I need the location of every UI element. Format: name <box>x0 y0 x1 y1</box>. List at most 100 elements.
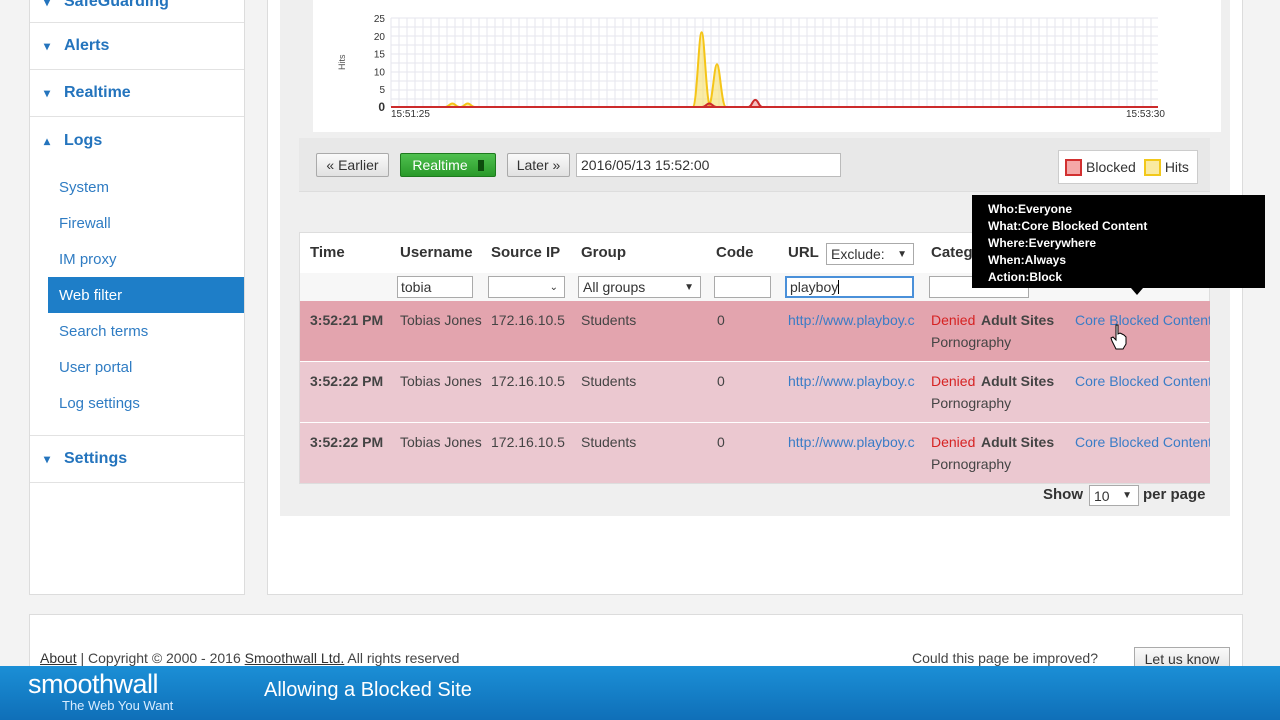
sidebar-item-label: Settings <box>64 450 128 467</box>
tooltip-arrow <box>1131 288 1143 295</box>
row-username: Tobias Jones <box>400 312 482 328</box>
sidebar-item-label: SafeGuarding <box>64 0 169 10</box>
row-policy-link[interactable]: Core Blocked Content <box>1075 312 1210 328</box>
sidebar-item-label: Alerts <box>64 37 110 54</box>
per-page-select[interactable]: 10 ▼ <box>1089 485 1139 506</box>
col-source-ip[interactable]: Source IP <box>491 244 560 261</box>
row-url[interactable]: http://www.playboy.c <box>788 312 922 328</box>
url-filter-value: playboy <box>790 279 839 295</box>
row-url[interactable]: http://www.playboy.c <box>788 434 922 450</box>
col-code[interactable]: Code <box>716 244 754 261</box>
chevron-down-icon: ▾ <box>44 452 51 466</box>
row-policy-link[interactable]: Core Blocked Content <box>1075 434 1210 450</box>
sidebar: ▾ SafeGuarding ▾ Alerts ▾ Realtime ▴ Log… <box>29 0 245 595</box>
table-row[interactable] <box>300 423 1210 483</box>
sidebar-item-label: Logs <box>64 131 103 149</box>
row-username: Tobias Jones <box>400 373 482 389</box>
sidebar-item-system[interactable]: System <box>30 169 244 205</box>
realtime-label: Realtime <box>412 157 468 173</box>
later-button[interactable]: Later » <box>507 153 570 177</box>
y-tick-label: 20 <box>374 32 386 43</box>
row-time: 3:52:21 PM <box>310 312 384 328</box>
sidebar-item-search-terms[interactable]: Search terms <box>30 313 244 349</box>
sidebar-item-firewall[interactable]: Firewall <box>30 205 244 241</box>
chart-legend: Blocked Hits <box>1058 150 1198 184</box>
row-username: Tobias Jones <box>400 434 482 450</box>
x-tick-start: 15:51:25 <box>391 109 430 120</box>
row-code: 0 <box>717 434 725 450</box>
code-filter-input[interactable] <box>714 276 771 298</box>
realtime-button[interactable]: Realtime <box>400 153 496 177</box>
hits-chart: Hits 25 20 15 10 5 0 15:51:25 15:53:30 <box>313 0 1221 132</box>
source-ip-filter-select[interactable]: ⌄ <box>488 276 565 298</box>
y-tick-label: 10 <box>374 67 386 78</box>
text-cursor <box>838 280 840 294</box>
y-tick-label: 15 <box>374 50 386 61</box>
col-time[interactable]: Time <box>310 244 345 261</box>
row-status: Denied <box>931 312 976 328</box>
rights-text: All rights reserved <box>344 650 460 666</box>
col-username[interactable]: Username <box>400 244 473 261</box>
row-group: Students <box>581 434 637 450</box>
row-category: Adult Sites <box>981 373 1055 389</box>
sidebar-item-user-portal[interactable]: User portal <box>30 349 244 385</box>
row-code: 0 <box>717 373 725 389</box>
sidebar-item-web-filter[interactable]: Web filter <box>48 277 244 313</box>
dropdown-arrow-icon: ▼ <box>1122 490 1132 501</box>
username-filter-input[interactable]: tobia <box>397 276 473 298</box>
row-url[interactable]: http://www.playboy.c <box>788 373 922 389</box>
group-filter-select[interactable]: All groups ▼ <box>578 276 701 298</box>
col-category[interactable]: Categ <box>931 244 973 261</box>
sidebar-item-im-proxy[interactable]: IM proxy <box>30 241 244 277</box>
video-banner <box>0 666 1280 720</box>
url-filter-input[interactable]: playboy <box>785 276 914 298</box>
row-source-ip: 172.16.10.5 <box>491 373 565 389</box>
sidebar-item-logs[interactable]: ▴ Logs <box>30 117 244 164</box>
chevron-down-icon: ▾ <box>44 0 51 9</box>
y-tick-label: 5 <box>379 85 385 96</box>
chevron-down-icon: ▾ <box>44 86 51 100</box>
tooltip-what: What:Core Blocked Content <box>988 219 1148 233</box>
brand-tagline: The Web You Want <box>62 698 174 713</box>
row-status: Denied <box>931 434 976 450</box>
tooltip-who: Who:Everyone <box>988 202 1073 216</box>
realtime-indicator-icon <box>477 159 484 171</box>
copyright-line: About | Copyright © 2000 - 2016 Smoothwa… <box>40 650 459 666</box>
row-subcategory: Pornography <box>931 395 1012 411</box>
sidebar-item-realtime[interactable]: ▾ Realtime <box>30 70 244 117</box>
row-group: Students <box>581 373 637 389</box>
hand-cursor-icon <box>1110 324 1127 350</box>
row-category: Adult Sites <box>981 312 1055 328</box>
sidebar-item-safeguarding[interactable]: ▾ SafeGuarding <box>30 0 244 23</box>
col-url[interactable]: URL <box>788 244 819 261</box>
chevron-up-icon: ▴ <box>44 133 51 148</box>
about-link[interactable]: About <box>40 650 77 666</box>
dropdown-arrow-icon: ⌄ <box>549 281 558 293</box>
company-link[interactable]: Smoothwall Ltd. <box>245 650 345 666</box>
row-code: 0 <box>717 312 725 328</box>
col-group[interactable]: Group <box>581 244 626 261</box>
table-row[interactable] <box>300 362 1210 422</box>
row-time: 3:52:22 PM <box>310 434 384 450</box>
sidebar-item-alerts[interactable]: ▾ Alerts <box>30 23 244 70</box>
datetime-input[interactable]: 2016/05/13 15:52:00 <box>576 153 841 177</box>
dropdown-arrow-icon: ▼ <box>684 281 694 293</box>
row-policy-link[interactable]: Core Blocked Content <box>1075 373 1210 389</box>
tooltip-when: When:Always <box>988 253 1067 267</box>
sidebar-item-log-settings[interactable]: Log settings <box>30 385 244 421</box>
earlier-button[interactable]: « Earlier <box>316 153 389 177</box>
url-mode-select[interactable]: Exclude: ▼ <box>826 243 914 265</box>
per-page-label: per page <box>1143 486 1206 503</box>
y-tick-label: 25 <box>374 14 386 25</box>
row-subcategory: Pornography <box>931 334 1012 350</box>
show-label: Show <box>1043 486 1083 503</box>
blocked-swatch <box>1065 158 1082 176</box>
y-axis-label: Hits <box>337 54 347 70</box>
policy-tooltip: Who:Everyone What:Core Blocked Content W… <box>972 195 1265 288</box>
sidebar-item-settings[interactable]: ▾ Settings <box>30 436 244 483</box>
table-row[interactable] <box>300 301 1210 361</box>
improve-prompt: Could this page be improved? <box>912 650 1099 666</box>
copyright-text: | Copyright © 2000 - 2016 <box>76 650 245 666</box>
row-source-ip: 172.16.10.5 <box>491 312 565 328</box>
row-category: Adult Sites <box>981 434 1055 450</box>
